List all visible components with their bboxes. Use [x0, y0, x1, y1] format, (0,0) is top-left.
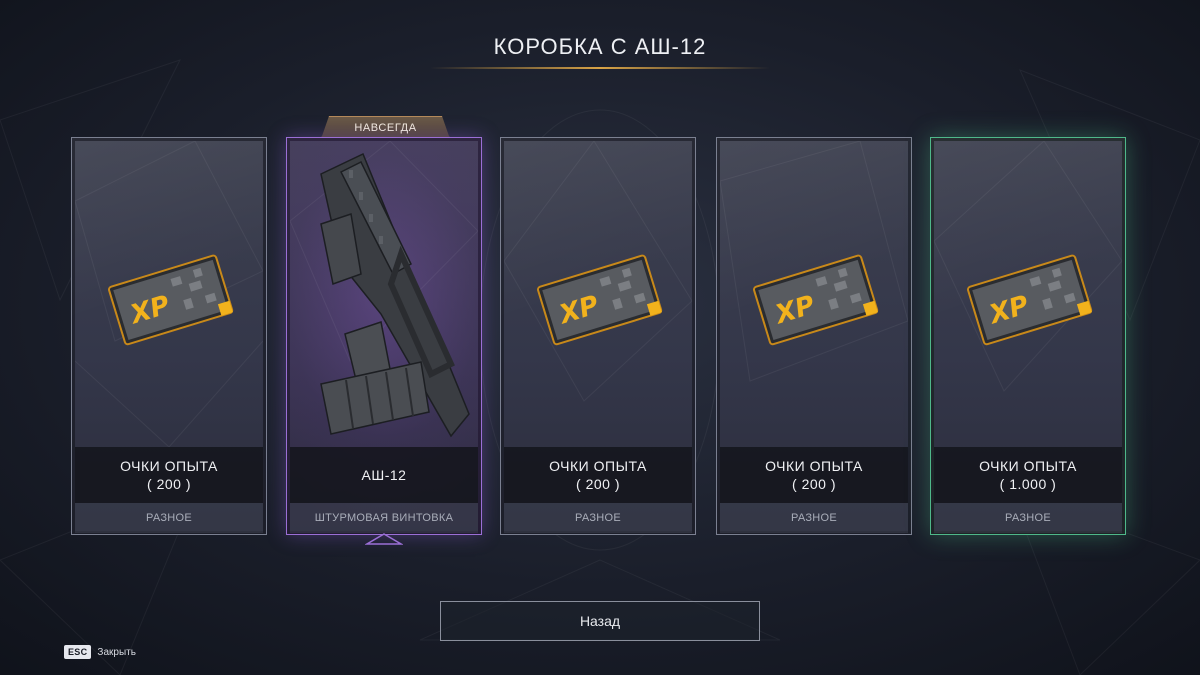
xp-card-icon: XP [965, 250, 1093, 346]
reward-amount: ( 200 ) [792, 476, 836, 492]
reward-category: РАЗНОЕ [75, 503, 263, 533]
reward-name-line1: ОЧКИ ОПЫТА [120, 458, 218, 474]
reward-card-2[interactable]: АШ-12 ШТУРМОВАЯ ВИНТОВКА [286, 137, 482, 535]
reward-name: ОЧКИ ОПЫТА ( 200 ) [75, 447, 263, 503]
reward-name-line1: АШ-12 [361, 467, 407, 483]
reward-name-line1: ОЧКИ ОПЫТА [979, 458, 1077, 474]
reward-category: РАЗНОЕ [720, 503, 908, 533]
reward-category: РАЗНОЕ [934, 503, 1122, 533]
rifle-icon [301, 144, 471, 444]
page-title: КОРОБКА С АШ-12 [493, 34, 707, 59]
reward-amount: ( 200 ) [147, 476, 191, 492]
reward-name: ОЧКИ ОПЫТА ( 200 ) [504, 447, 692, 503]
reward-amount: ( 1.000 ) [999, 476, 1057, 492]
reward-name-line1: ОЧКИ ОПЫТА [765, 458, 863, 474]
reward-name: АШ-12 [290, 447, 478, 503]
reward-card-4[interactable]: XP ОЧКИ ОПЫТА ( 200 ) РАЗНОЕ [716, 137, 912, 535]
reward-name: ОЧКИ ОПЫТА ( 200 ) [720, 447, 908, 503]
reward-card-1[interactable]: XP ОЧКИ ОПЫТА ( 200 ) РАЗНОЕ [71, 137, 267, 535]
esc-key-icon: ESC [64, 645, 92, 659]
back-button[interactable]: Назад [440, 601, 760, 641]
permanent-badge: НАВСЕГДА [321, 116, 450, 139]
rarity-marker-icon [365, 533, 403, 545]
xp-card-icon: XP [106, 250, 234, 346]
reward-amount: ( 200 ) [576, 476, 620, 492]
reward-category: РАЗНОЕ [504, 503, 692, 533]
xp-card-icon: XP [751, 250, 879, 346]
reward-card-3[interactable]: XP ОЧКИ ОПЫТА ( 200 ) РАЗНОЕ [500, 137, 696, 535]
reward-category: ШТУРМОВАЯ ВИНТОВКА [290, 503, 478, 533]
close-label: Закрыть [97, 646, 136, 658]
reward-name-line1: ОЧКИ ОПЫТА [549, 458, 647, 474]
title-underline [430, 67, 770, 69]
reward-card-5[interactable]: XP ОЧКИ ОПЫТА ( 1.000 ) РАЗНОЕ [930, 137, 1126, 535]
close-hint[interactable]: ESC Закрыть [64, 645, 136, 659]
xp-card-icon: XP [535, 250, 663, 346]
reward-name: ОЧКИ ОПЫТА ( 1.000 ) [934, 447, 1122, 503]
